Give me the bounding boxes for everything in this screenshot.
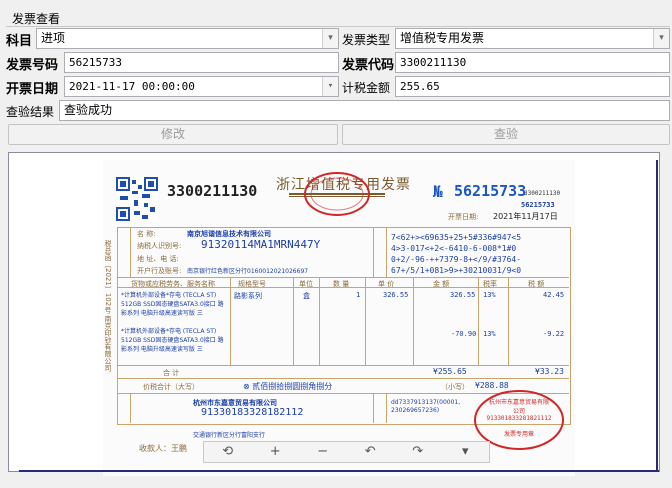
- col-price: 单 价: [378, 280, 395, 288]
- sum-label: 合 计: [163, 369, 180, 377]
- invoice-no-field[interactable]: 56215733: [64, 52, 339, 73]
- row1-name: *计算机外部设备*存电 (TECLA ST) 512GB SSD固态硬盘SATA…: [121, 292, 224, 317]
- buyer-name-label: 名 称:: [137, 230, 156, 238]
- row1-price: 326.55: [383, 291, 409, 299]
- invoice-code-field[interactable]: 3300211130: [395, 52, 670, 73]
- rotate-icon[interactable]: ⟲: [204, 442, 252, 462]
- total-label: 价税合计（大写）: [143, 383, 199, 391]
- stamp-bottom: 发票专用章: [503, 431, 534, 438]
- buyer-bank-label: 开户行及账号:: [137, 267, 182, 275]
- seller-remark: dd7337913137(00001, 230269657236): [391, 399, 461, 414]
- col-unit: 单位: [299, 280, 313, 288]
- stamp-text: 杭州市东嘉意贸易有限公司: [488, 399, 549, 415]
- col-tax: 税 额: [528, 280, 545, 288]
- buyer-taxid: 91320114MA1MRN447Y: [201, 238, 321, 251]
- row1-spec: 路影系列: [234, 292, 262, 300]
- col-goods: 货物或应税劳务、服务名称: [131, 280, 215, 288]
- buyer-taxid-label: 纳税人识别号:: [137, 242, 182, 250]
- subject-label: 科目: [6, 34, 33, 49]
- col-qty: 数 量: [333, 280, 350, 288]
- total-small-label: （小写）: [441, 383, 469, 391]
- col-amount: 金 额: [433, 280, 450, 288]
- total-words: ⊗ 贰佰捌拾捌圆捌角捌分: [243, 382, 333, 391]
- invoice-no-symbol: №: [433, 182, 443, 201]
- side-print-text: 税总函〔2021〕102号 南京印钞有限公司: [104, 240, 112, 372]
- row1-amount: 326.55: [450, 291, 476, 299]
- row2-amount: -70.90: [451, 330, 477, 338]
- group-divider: [6, 26, 670, 27]
- result-field[interactable]: 查验成功: [59, 100, 670, 121]
- seller-bank: 交通银行新区分行富阳支行: [193, 432, 266, 439]
- image-toolbar: ⟲ + − ↶ ↷ ▾: [203, 441, 490, 463]
- seller-taxid: 91330183328182112: [201, 407, 304, 418]
- row2-name: *计算机外部设备*存电 (TECLA ST) 512GB SSD固态硬盘SATA…: [121, 328, 224, 353]
- invoice-date-label-img: 开票日期:: [448, 213, 479, 221]
- invoice-no-label: 发票号码: [6, 58, 59, 73]
- invoice-date-picker[interactable]: 2021-11-17 00:00:00 ▾: [64, 76, 339, 97]
- result-label: 查验结果: [6, 105, 55, 119]
- row1-unit: 盒: [303, 292, 310, 300]
- row1-tax: 42.45: [543, 291, 565, 299]
- invoice-date-value: 2021-11-17 00:00:00: [69, 80, 195, 93]
- buyer-bank: 南京银行红色新区分行0160012021026697: [187, 268, 309, 275]
- viewer-border-right: [656, 160, 658, 472]
- verify-button[interactable]: 查验: [342, 124, 670, 145]
- payee-label: 收款人：王鹏: [139, 444, 187, 453]
- invoice-code-label: 发票代码: [342, 58, 395, 73]
- row1-rate: 13%: [483, 291, 496, 299]
- group-title: 发票查看: [12, 12, 61, 26]
- subject-value: 进项: [41, 31, 66, 45]
- row1-qty: 1: [356, 291, 361, 299]
- zoom-in-icon[interactable]: +: [252, 442, 300, 462]
- invoice-image: 3300211130 浙江增值税专用发票 № 56215733 33002111…: [103, 160, 575, 476]
- subject-select[interactable]: 进项 ▾: [36, 28, 339, 49]
- invoice-image-code: 3300211130: [167, 182, 258, 200]
- invoice-type-select[interactable]: 增值税专用发票 ▾: [395, 28, 670, 49]
- invoice-number-small: 56215733: [521, 201, 555, 209]
- chevron-down-icon[interactable]: ▾: [653, 29, 669, 48]
- invoice-image-date: 2021年11月17日: [493, 212, 558, 221]
- invoice-date-label: 开票日期: [6, 82, 59, 97]
- undo-icon[interactable]: ↶: [347, 442, 395, 462]
- zoom-out-icon[interactable]: −: [299, 442, 347, 462]
- cipher-line: 0+2/-96-++7379-8+</9/#3764-: [391, 255, 522, 264]
- chevron-down-icon[interactable]: ▾: [322, 29, 338, 48]
- col-spec: 规格型号: [238, 280, 266, 288]
- dropdown-icon[interactable]: ▾: [442, 442, 490, 462]
- cipher-line: 67+/5/1+081>9>+30210031/9<0: [391, 266, 522, 275]
- invoice-type-label: 发票类型: [342, 33, 391, 47]
- viewer-border-bottom: [19, 470, 659, 472]
- invoice-image-number: 56215733: [454, 182, 527, 200]
- sum-tax: ¥33.23: [535, 367, 564, 376]
- tax-bureau-seal-icon: [304, 172, 370, 216]
- invoice-type-value: 增值税专用发票: [400, 31, 485, 45]
- buyer-addr-label: 地 址、电 话:: [137, 255, 179, 263]
- tax-amount-label: 计税金额: [342, 81, 391, 95]
- col-rate: 税率: [483, 280, 497, 288]
- edit-button[interactable]: 修改: [8, 124, 338, 145]
- sum-amount: ¥255.65: [433, 367, 467, 376]
- row2-tax: -9.22: [543, 330, 565, 338]
- tax-amount-field[interactable]: 255.65: [395, 76, 670, 97]
- cipher-line: 7<62+><69635+25+5#336#947<5: [391, 233, 522, 242]
- row2-rate: 13%: [483, 330, 496, 338]
- chevron-down-icon[interactable]: ▾: [322, 77, 338, 96]
- invoice-code-small: 3300211130: [524, 190, 561, 197]
- qr-code-icon: [116, 177, 158, 221]
- stamp-id: 913301833281821112: [486, 415, 552, 422]
- cipher-line: 4>3-017<+2<-6410-6-008*1#0: [391, 244, 517, 253]
- redo-icon[interactable]: ↷: [394, 442, 442, 462]
